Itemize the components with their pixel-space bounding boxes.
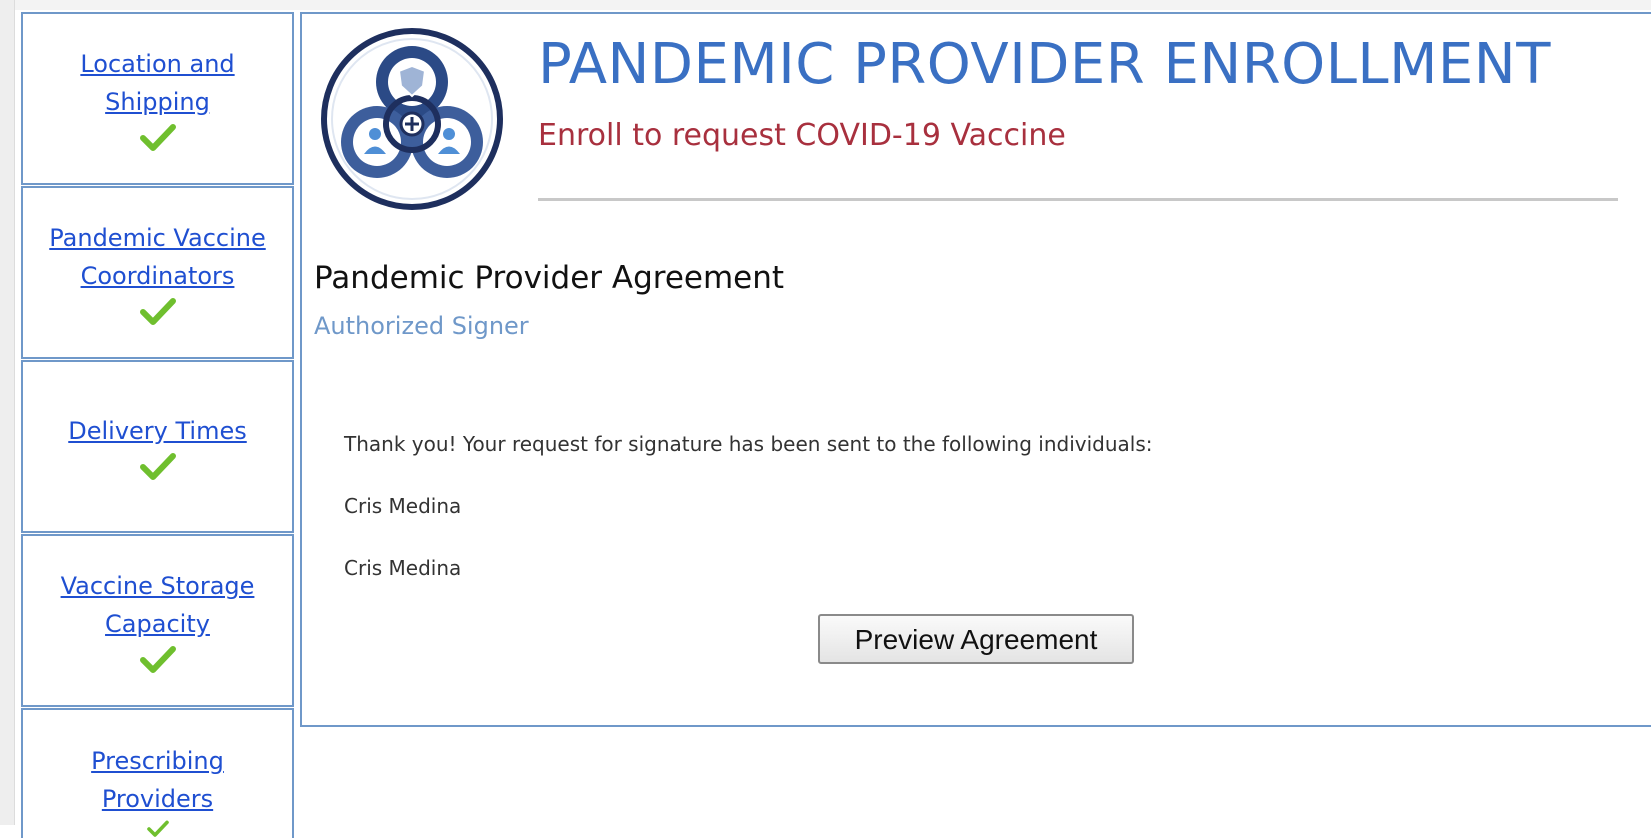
confirmation-message: Thank you! Your request for signature ha… bbox=[344, 432, 1153, 456]
agreement-subtitle: Authorized Signer bbox=[314, 312, 529, 340]
main-panel: PANDEMIC PROVIDER ENROLLMENT Enroll to r… bbox=[300, 12, 1651, 727]
recipient-name: Cris Medina bbox=[344, 494, 462, 518]
sidebar-link-pandemic-vaccine-coordinators[interactable]: Pandemic Vaccine Coordinators bbox=[38, 219, 278, 295]
sidebar-link-delivery-times[interactable]: Delivery Times bbox=[38, 412, 278, 450]
sidebar-link-location-and-shipping[interactable]: Location and Shipping bbox=[38, 45, 278, 121]
sidebar-item-prescribing-providers: Prescribing Providers bbox=[21, 708, 294, 838]
check-icon bbox=[139, 452, 176, 480]
top-strip bbox=[0, 0, 1651, 10]
sidebar-link-prescribing-providers[interactable]: Prescribing Providers bbox=[38, 742, 278, 818]
preview-agreement-button[interactable]: Preview Agreement bbox=[818, 614, 1134, 664]
sidebar-item-pandemic-vaccine-coordinators: Pandemic Vaccine Coordinators bbox=[21, 186, 294, 359]
agreement-title: Pandemic Provider Agreement bbox=[314, 260, 785, 296]
enrollment-sidebar: Location and Shipping Pandemic Vaccine C… bbox=[21, 12, 294, 839]
check-icon bbox=[139, 645, 176, 673]
sidebar-item-delivery-times: Delivery Times bbox=[21, 360, 294, 533]
check-icon bbox=[139, 123, 176, 151]
recipient-name: Cris Medina bbox=[344, 556, 462, 580]
check-icon bbox=[146, 820, 169, 837]
sidebar-item-location-and-shipping: Location and Shipping bbox=[21, 12, 294, 185]
page-title: PANDEMIC PROVIDER ENROLLMENT bbox=[538, 32, 1551, 97]
check-icon bbox=[139, 297, 176, 325]
page-subtitle: Enroll to request COVID-19 Vaccine bbox=[538, 118, 1066, 153]
left-gutter bbox=[0, 0, 15, 825]
biohazard-logo-icon bbox=[321, 28, 503, 210]
sidebar-item-vaccine-storage-capacity: Vaccine Storage Capacity bbox=[21, 534, 294, 707]
sidebar-link-vaccine-storage-capacity[interactable]: Vaccine Storage Capacity bbox=[38, 567, 278, 643]
header-divider bbox=[538, 198, 1618, 201]
